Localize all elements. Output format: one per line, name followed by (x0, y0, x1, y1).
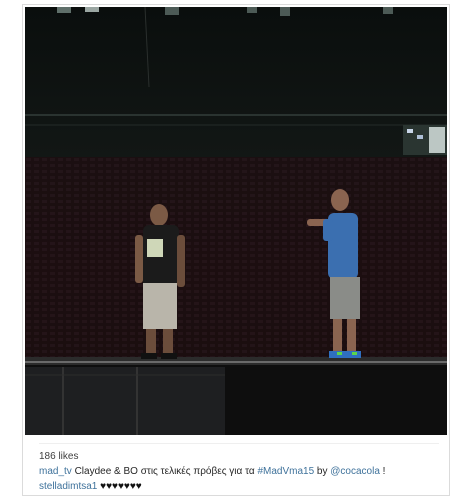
ceiling-light (85, 7, 99, 12)
caption-text-end: ! (379, 466, 386, 477)
comment-row: stelladimtsa1 ♥♥♥♥♥♥♥ (39, 479, 439, 494)
ceiling-light (247, 7, 257, 13)
caption: mad_tv Claydee & BO στις τελικές πρόβες … (39, 464, 439, 479)
post-meta: 186 likes mad_tv Claydee & BO στις τελικ… (39, 449, 439, 494)
comment-username-link[interactable]: stelladimtsa1 (39, 481, 97, 492)
instagram-post-card: 186 likes mad_tv Claydee & BO στις τελικ… (22, 4, 450, 496)
post-photo[interactable] (25, 7, 447, 435)
caption-username-link[interactable]: mad_tv (39, 466, 72, 477)
caption-text: Claydee & BO στις τελικές πρόβες για τα (71, 466, 258, 477)
ceiling-light (383, 7, 393, 14)
likes-count[interactable]: 186 likes (39, 449, 439, 464)
ceiling-light (280, 7, 290, 16)
ceiling-light (57, 7, 71, 13)
speaker-cases (25, 367, 225, 435)
stage-rehearsal-image (25, 7, 447, 435)
caption-text-by: by (314, 466, 331, 477)
mention-link[interactable]: @cocacola (330, 466, 380, 477)
comment-text: ♥♥♥♥♥♥♥ (97, 481, 142, 492)
hashtag-link[interactable]: #MadVma15 (257, 466, 314, 477)
divider (39, 443, 439, 444)
ceiling-light (165, 7, 179, 15)
